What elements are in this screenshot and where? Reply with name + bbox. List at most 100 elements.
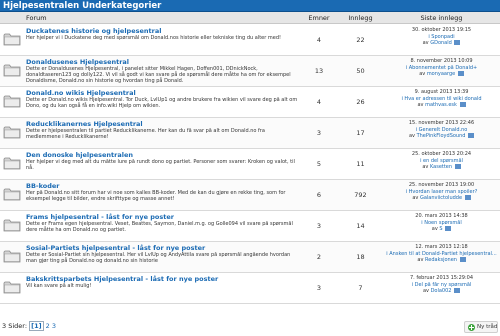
posts-count: 7 [358,284,363,292]
topics-count: 13 [314,67,324,75]
last-post-author-link[interactable]: GDonald [430,40,452,46]
goto-last-post-icon[interactable] [457,71,464,76]
last-post-by-label: av [422,288,429,294]
last-post-author-link[interactable]: Dola002 [431,288,452,294]
last-post: 30. oktober 2013 19:15 i Sponpadi av GDo… [383,27,500,47]
last-post: 12. mars 2013 12:18 i Ansken til at Dona… [383,244,500,264]
last-post-by-label: av [422,164,429,170]
last-post-by-label: av [419,71,426,77]
forum-row: Reducklikanernes Hjelpesentral Dette er … [0,118,500,149]
forum-row: BB-koder Her på Donald.no sitt forum har… [0,180,500,211]
folder-icon [3,281,21,294]
forum-row: Den donoske hjelpesentralen Her hjelper … [0,149,500,180]
forum-row: Donald.no wikis Hjelpesentral Dette er D… [0,87,500,118]
last-post-author: av Kasetten [383,164,500,171]
topics-count: 5 [316,160,322,168]
last-post-author: av mathvas.esk [383,102,500,109]
last-post-by-label: av [422,40,429,46]
goto-last-post-icon[interactable] [454,288,461,293]
goto-last-post-icon[interactable] [459,257,466,262]
new-topic-button[interactable]: Ny tråd [464,321,498,333]
forum-description: Dette er hjelpesentralen til partiet Red… [26,128,265,141]
last-post-by-label: av [417,257,424,263]
forum-row: Frams hjelpesentral - låst for nye poste… [0,211,500,242]
last-post-author-link[interactable]: Kasetten [430,164,452,170]
forum-title-link[interactable]: Reducklikanernes Hjelpesentral [26,120,296,128]
forum-list: Duckatenes historie og hjelpesentral Her… [0,25,500,304]
topics-count: 4 [316,98,322,106]
goto-last-post-icon[interactable] [445,226,452,231]
new-topic-label: Ny tråd [477,324,498,330]
pagination-page-2[interactable]: 2 [46,322,50,330]
forum-description: Dette er Sosial-Partiet sin hjelpesentra… [26,252,291,265]
last-post: 8. november 2013 10:09 i Abonnementet på… [383,58,500,78]
last-post-author-link[interactable]: Galanviictoludde [420,195,462,201]
forum-row: Sosial-Partiets hjelpesentral - låst for… [0,242,500,273]
last-post: 20. mars 2013 14:38 i Noen spørsmål av S [383,213,500,233]
last-post-by-label: av [431,226,438,232]
topics-count: 4 [316,36,322,44]
last-post-author-link[interactable]: monyaarge [427,71,455,77]
last-post: 15. november 2013 22:46 i Generelt Donal… [383,120,500,140]
forum-title-link[interactable]: Donaldusenes Hjelpesentral [26,58,296,66]
last-post-author: av Dola002 [383,288,500,295]
topics-count: 3 [316,284,322,292]
forum-title-link[interactable]: Frams hjelpesentral - låst for nye poste… [26,213,296,221]
last-post-author: av Redaksjonen [383,257,500,264]
forum-description: Her på Donald.no sitt forum har vi noe s… [26,190,286,203]
pagination: 3 Sider: [1] 2 3 [2,321,56,331]
last-post-author-link[interactable]: ThePinkFloydSound [417,133,466,139]
posts-count: 50 [356,67,365,75]
folder-icon [3,250,21,263]
posts-count: 26 [356,98,365,106]
pagination-current: [1] [29,321,44,331]
last-post-author: av monyaarge [383,71,500,78]
forum-title-link[interactable]: Sosial-Partiets hjelpesentral - låst for… [26,244,296,252]
forum-title-link[interactable]: Donald.no wikis Hjelpesentral [26,89,296,97]
goto-last-post-icon[interactable] [468,133,475,138]
posts-count: 792 [354,191,367,199]
forum-title-link[interactable]: BB-koder [26,182,296,190]
folder-icon [3,157,21,170]
posts-count: 22 [356,36,365,44]
forum-row: Duckatenes historie og hjelpesentral Her… [0,25,500,56]
last-post: 7. februar 2013 15:29:04 i Del på får ny… [383,275,500,295]
last-post-author: av S [383,226,500,233]
category-header: Hjelpesentralen Underkategorier [0,0,500,12]
topics-count: 6 [316,191,322,199]
category-title: Hjelpesentralen Underkategorier [3,1,162,11]
forum-title-link[interactable]: Duckatenes historie og hjelpesentral [26,27,296,35]
last-post-author-link[interactable]: mathvas.esk [425,102,457,108]
last-post-by-label: av [417,102,424,108]
topics-count: 3 [316,129,322,137]
forum-description: Dette er Frams egen hjelpesentral. Veset… [26,221,293,234]
folder-icon [3,64,21,77]
goto-last-post-icon[interactable] [454,40,461,45]
topics-count: 2 [316,253,322,261]
forum-title-link[interactable]: Den donoske hjelpesentralen [26,151,296,159]
last-post: 25. oktober 2013 20:24 i en del spørsmål… [383,151,500,171]
pagination-label: 3 Sider: [2,322,28,330]
last-post-author-link[interactable]: Redaksjonen [425,257,457,263]
goto-last-post-icon[interactable] [459,102,466,107]
forum-title-link[interactable]: Bakskrittsparbets Hjelpesentral - låst f… [26,275,296,283]
last-post: 25. november 2013 19:00 i Hvordan laser … [383,182,500,202]
forum-row: Donaldusenes Hjelpesentral Dette er Dona… [0,56,500,87]
last-post-by-label: av [408,133,415,139]
topics-count: 3 [316,222,322,230]
column-header-forum: Forum [0,12,300,24]
folder-icon [3,188,21,201]
forum-description: Her hjelper vi deg med alt du måtte lure… [26,159,295,172]
forum-description: Her hjelper vi i Duckatene deg med spørs… [26,35,282,41]
goto-last-post-icon[interactable] [464,195,471,200]
goto-last-post-icon[interactable] [454,164,461,169]
last-post-author: av Galanviictoludde [383,195,500,202]
folder-icon [3,219,21,232]
folder-icon [3,33,21,46]
last-post-author-link[interactable]: S [439,226,442,232]
posts-count: 17 [356,129,365,137]
forum-row: Bakskrittsparbets Hjelpesentral - låst f… [0,273,500,304]
posts-count: 18 [356,253,365,261]
pagination-page-3[interactable]: 3 [52,322,56,330]
folder-icon [3,95,21,108]
